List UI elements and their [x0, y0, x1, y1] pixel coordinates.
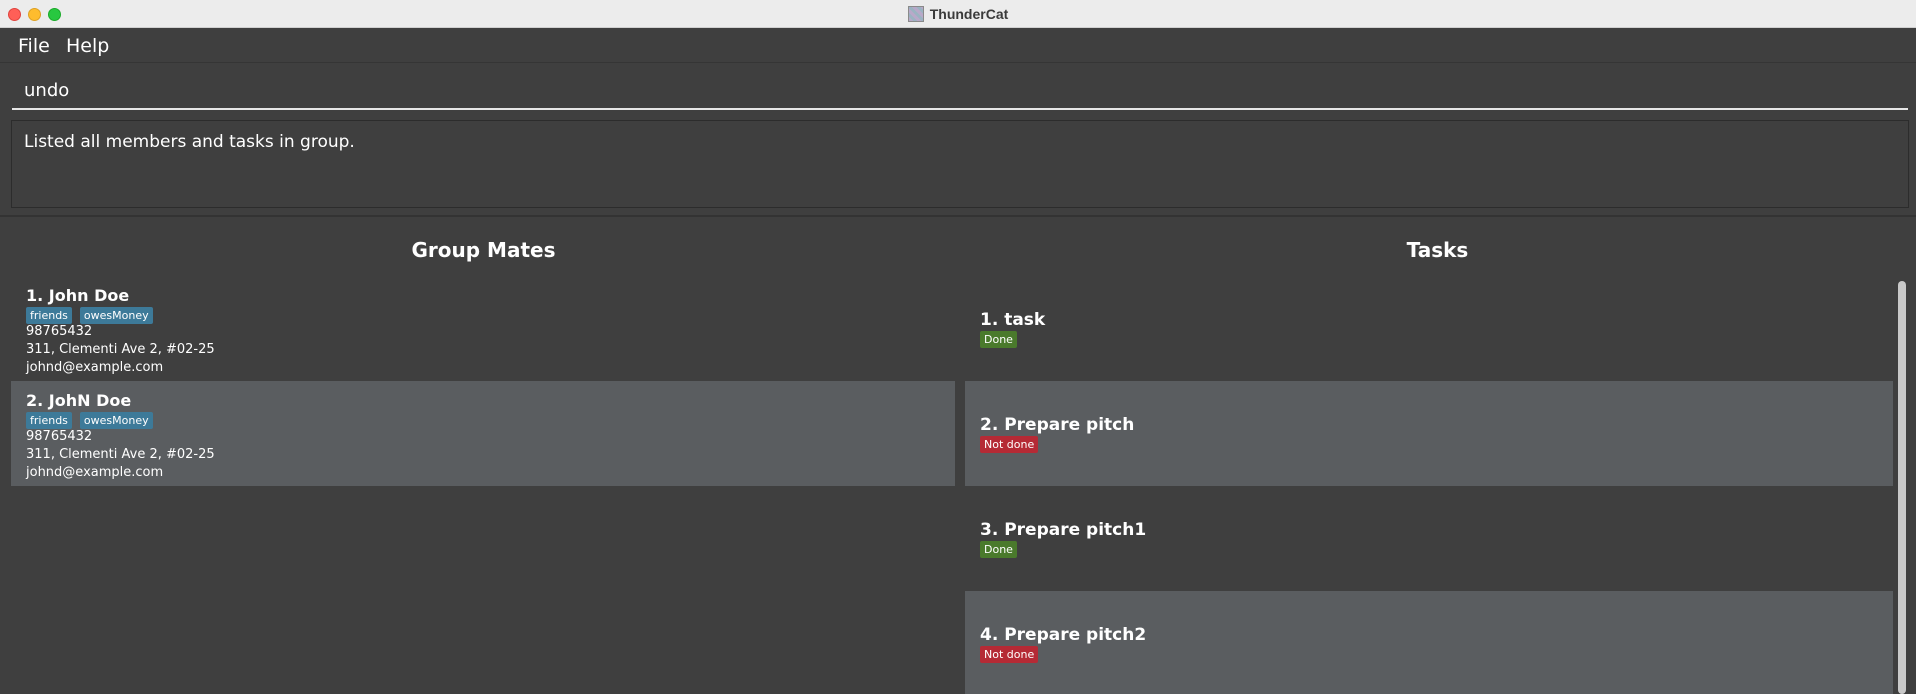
- task-status-badge: Not done: [980, 436, 1039, 453]
- member-tag: owesMoney: [79, 307, 153, 324]
- member-email: johnd@example.com: [26, 465, 164, 480]
- app-icon: [907, 6, 924, 22]
- task-list[interactable]: 1. task Done 2. Prepare pitch Not done 3…: [965, 276, 1893, 694]
- task-name: 3. Prepare pitch1: [980, 520, 1147, 540]
- window-title-group: ThunderCat: [0, 0, 1916, 28]
- tasks-title: Tasks: [1406, 238, 1469, 262]
- member-card[interactable]: 1. John Doe friends owesMoney 98765432 3…: [11, 276, 955, 381]
- task-status-badge: Done: [980, 541, 1017, 558]
- result-display[interactable]: Listed all members and tasks in group.: [11, 120, 1909, 208]
- scrollbar-thumb[interactable]: [1898, 281, 1906, 694]
- task-status-badge: Not done: [980, 646, 1039, 663]
- member-phone: 98765432: [26, 429, 93, 444]
- member-name: 2. JohN Doe: [26, 391, 132, 410]
- member-address: 311, Clementi Ave 2, #02-25: [26, 342, 215, 357]
- task-card[interactable]: 4. Prepare pitch2 Not done: [965, 591, 1893, 694]
- section-divider: [0, 215, 1916, 217]
- window-title: ThunderCat: [929, 6, 1009, 22]
- task-name: 2. Prepare pitch: [980, 415, 1135, 435]
- member-address: 311, Clementi Ave 2, #02-25: [26, 447, 215, 462]
- member-tags: friends owesMoney: [26, 307, 153, 324]
- menu-file[interactable]: File: [18, 35, 50, 57]
- command-box: [12, 72, 1908, 110]
- member-name: 1. John Doe: [26, 286, 130, 305]
- member-card[interactable]: 2. JohN Doe friends owesMoney 98765432 3…: [11, 381, 955, 486]
- member-tags: friends owesMoney: [26, 412, 153, 429]
- menu-help[interactable]: Help: [66, 35, 109, 57]
- result-text: Listed all members and tasks in group.: [24, 132, 355, 152]
- task-status-badge: Done: [980, 331, 1017, 348]
- task-name: 4. Prepare pitch2: [980, 625, 1147, 645]
- group-mates-title: Group Mates: [411, 238, 556, 262]
- task-card[interactable]: 1. task Done: [965, 276, 1893, 381]
- member-tag: owesMoney: [79, 412, 153, 429]
- title-bar: ThunderCat: [0, 0, 1916, 28]
- task-name: 1. task: [980, 310, 1046, 330]
- member-phone: 98765432: [26, 324, 93, 339]
- member-email: johnd@example.com: [26, 360, 164, 375]
- member-tag: friends: [26, 307, 72, 324]
- task-list-scrollbar[interactable]: [1895, 276, 1909, 694]
- task-card[interactable]: 2. Prepare pitch Not done: [965, 381, 1893, 486]
- task-card[interactable]: 3. Prepare pitch1 Done: [965, 486, 1893, 591]
- menu-bar: File Help: [0, 29, 1916, 63]
- member-tag: friends: [26, 412, 72, 429]
- command-input[interactable]: [12, 72, 1908, 108]
